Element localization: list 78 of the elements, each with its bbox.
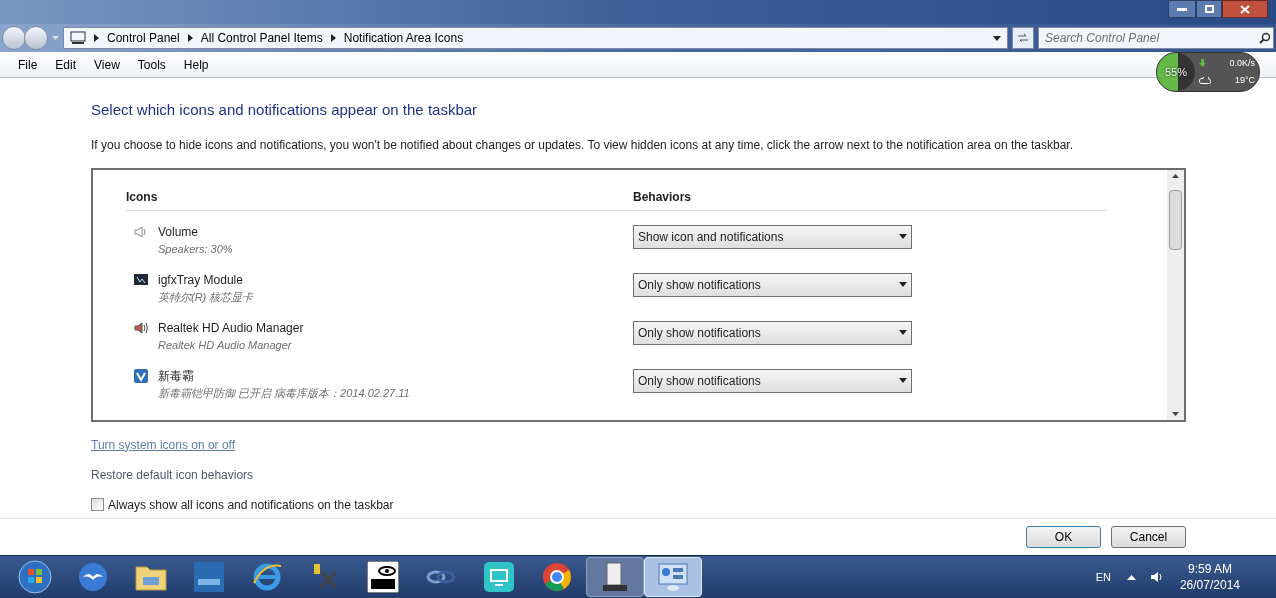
menu-item[interactable]: File: [10, 55, 46, 74]
forward-button[interactable]: [24, 26, 48, 50]
shield-icon: [133, 367, 149, 384]
page-heading: Select which icons and notifications appear on the taskbar: [91, 100, 479, 120]
link[interactable]: Restore default icon behaviors: [91, 465, 254, 484]
behavior-dropdown[interactable]: Only show notifications: [633, 320, 912, 345]
dropdown-arrow-icon: [899, 234, 907, 239]
clock-date[interactable]: 26/07/2014: [1179, 577, 1240, 593]
item-name: Volume: [158, 223, 200, 241]
restore-button[interactable]: [1196, 0, 1222, 18]
speaker-icon: [133, 319, 149, 336]
behavior-dropdown[interactable]: Only show notifications: [633, 272, 912, 297]
item-name: 新毒霸: [158, 367, 195, 385]
chevron-icon: [187, 34, 193, 42]
item-name: igfxTray Module: [158, 271, 244, 289]
menu-item[interactable]: Tools: [129, 55, 174, 74]
breadcrumb[interactable]: Notification Area Icons: [343, 29, 464, 47]
dropdown-arrow-icon: [993, 35, 1001, 41]
control-panel-icon[interactable]: [657, 562, 689, 592]
show-hidden-icons-icon[interactable]: [1126, 574, 1136, 580]
dialog-button[interactable]: OK: [1026, 526, 1101, 548]
link[interactable]: Turn system icons on or off: [91, 435, 236, 454]
refresh-button[interactable]: [1012, 27, 1034, 49]
item-detail: 英特尔(R) 核芯显卡: [158, 289, 255, 305]
item-detail: 新毒霸铠甲防御 已开启 病毒库版本：2014.02.27.11: [158, 385, 411, 401]
menu-item[interactable]: Edit: [47, 55, 85, 74]
chevron-icon: [94, 34, 99, 42]
behavior-dropdown[interactable]: Only show notifications: [633, 368, 912, 393]
dropdown-arrow-icon: [899, 282, 907, 287]
dropdown-arrow-icon: [899, 330, 907, 335]
scroll-down-icon[interactable]: [1172, 411, 1179, 416]
close-button[interactable]: [1222, 0, 1268, 18]
close-icon: [1240, 4, 1250, 14]
menu-item[interactable]: Help: [175, 55, 217, 74]
browser-e-icon[interactable]: [251, 561, 283, 593]
refresh-icon: [1017, 33, 1029, 43]
column-header: Behaviors: [633, 188, 692, 206]
chevron-icon: [330, 34, 336, 42]
cloud-icon: [1199, 77, 1211, 85]
checkbox-label: Always show all icons and notifications on the taskbar: [108, 496, 394, 514]
scroll-thumb[interactable]: [1169, 189, 1182, 250]
clock-time[interactable]: 9:59 AM: [1187, 561, 1232, 577]
dropdown-arrow-icon: [899, 378, 907, 383]
language-indicator[interactable]: EN: [1095, 568, 1111, 586]
item-detail: Speakers: 30%: [158, 241, 234, 257]
checkbox[interactable]: [91, 498, 104, 511]
speaker-icon[interactable]: [1149, 570, 1162, 584]
search-icon: [1259, 32, 1271, 44]
breadcrumb[interactable]: All Control Panel Items: [200, 29, 323, 47]
taskbar-button[interactable]: [586, 557, 644, 597]
monitor-icon: [133, 271, 149, 288]
behavior-dropdown[interactable]: Show icon and notifications: [633, 224, 912, 249]
column-header: Icons: [126, 188, 159, 206]
address-bar[interactable]: Control Panel All Control Panel Items Notification Area Icons: [63, 27, 1008, 49]
server-icon[interactable]: [600, 561, 630, 593]
breadcrumb[interactable]: Control Panel: [107, 29, 180, 47]
network-speed: 0.0K/s: [1229, 56, 1255, 70]
scroll-bar[interactable]: [1167, 169, 1184, 420]
speaker-icon: [133, 223, 149, 240]
computer-icon: [70, 31, 86, 45]
download-arrow-icon: [1199, 59, 1206, 68]
scroll-up-icon[interactable]: [1172, 173, 1179, 178]
item-name: Realtek HD Audio Manager: [158, 319, 305, 337]
bird-icon[interactable]: [78, 562, 108, 592]
back-button[interactable]: [2, 26, 26, 50]
menu-item[interactable]: View: [86, 55, 128, 74]
folder-icon[interactable]: [135, 563, 167, 591]
browser-ball-icon[interactable]: [542, 562, 572, 592]
description: If you choose to hide icons and notifications, you won't be notified about changes or updates. To view hidden icons at any time, click the arrow next to the notification area on the taskbar.: [91, 136, 1074, 154]
start-orb-icon[interactable]: [17, 559, 53, 595]
dialog-button[interactable]: Cancel: [1111, 526, 1186, 548]
app-tile-icon[interactable]: [194, 562, 224, 592]
item-detail: Realtek HD Audio Manager: [158, 337, 293, 353]
temperature: 19°C: [1234, 74, 1255, 87]
eye-logo-icon[interactable]: [367, 561, 399, 593]
search-field[interactable]: Search Control Panel: [1038, 27, 1274, 49]
minimize-button[interactable]: [1168, 0, 1196, 18]
monitor-icon[interactable]: [484, 562, 514, 592]
